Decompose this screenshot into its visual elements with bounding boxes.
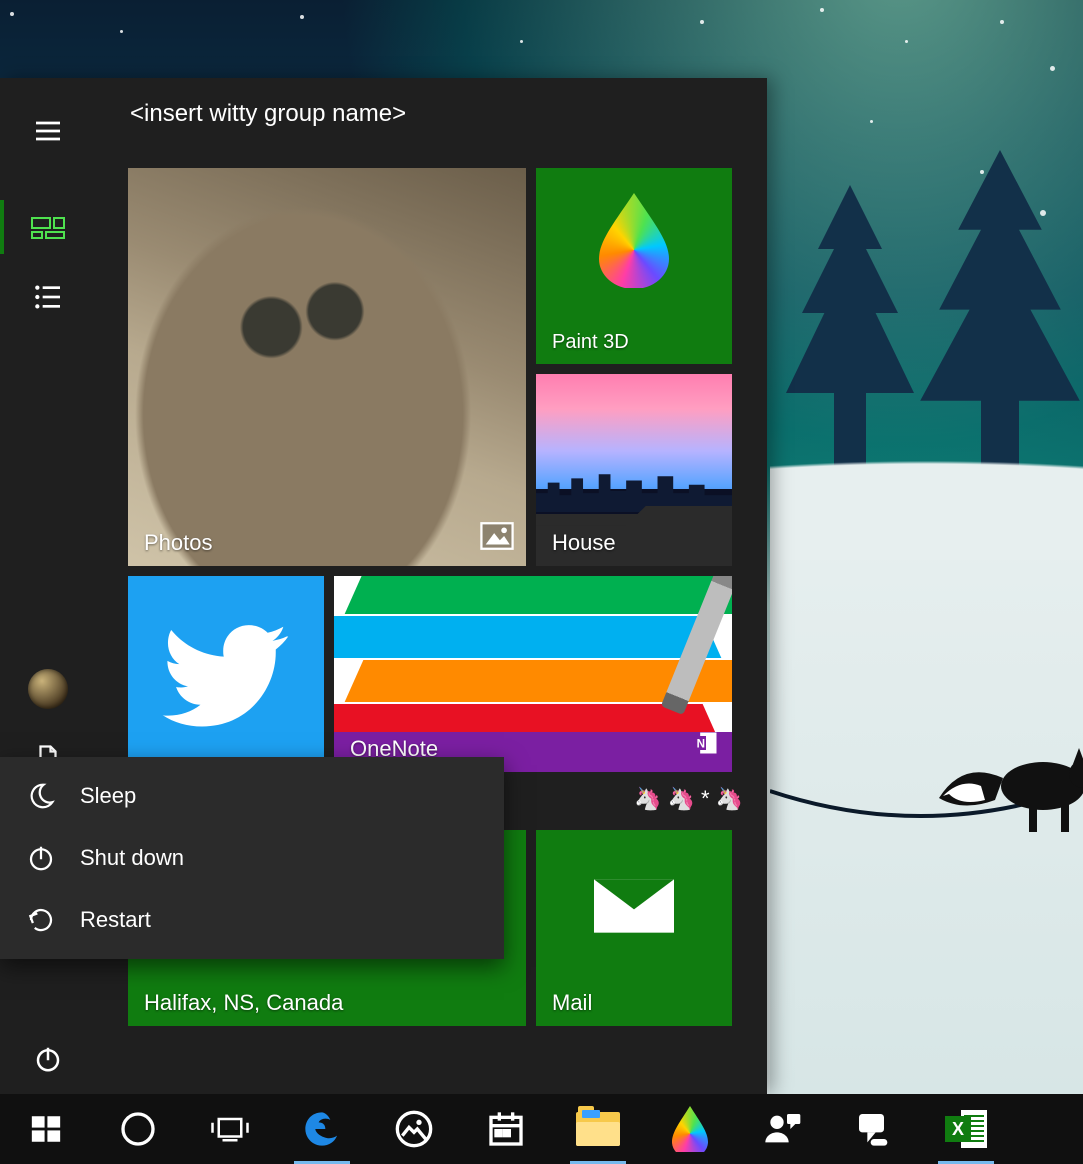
taskbar-app-excel[interactable]: X: [920, 1094, 1012, 1164]
twitter-icon: [162, 610, 292, 740]
paint3d-icon: [599, 193, 669, 288]
power-context-menu: Sleep Shut down Restart: [0, 757, 504, 959]
photos-app-icon: [394, 1109, 434, 1149]
menu-label: Restart: [80, 907, 151, 933]
user-account-button[interactable]: [0, 654, 96, 724]
paint3d-icon: [672, 1106, 708, 1152]
taskbar-app-feedback[interactable]: [828, 1094, 920, 1164]
moon-icon: [26, 781, 56, 811]
task-view-icon: [210, 1109, 250, 1149]
cortana-icon: [118, 1109, 158, 1149]
hamburger-button[interactable]: [0, 96, 96, 166]
tile-onenote[interactable]: OneNote N: [334, 576, 732, 772]
tile-label: Photos: [144, 530, 213, 556]
tile-label: Halifax, NS, Canada: [144, 990, 343, 1016]
power-menu-shutdown[interactable]: Shut down: [0, 827, 504, 889]
taskbar-app-edge[interactable]: [276, 1094, 368, 1164]
pinned-tiles-button[interactable]: [0, 192, 96, 262]
tile-house[interactable]: House: [536, 374, 732, 566]
tile-twitter[interactable]: [128, 576, 324, 772]
hamburger-icon: [32, 115, 64, 147]
power-button[interactable]: [0, 1024, 96, 1094]
people-icon: [762, 1109, 802, 1149]
tile-label: House: [552, 530, 616, 556]
mail-icon: [594, 878, 674, 934]
taskbar-app-photos[interactable]: [368, 1094, 460, 1164]
cortana-button[interactable]: [92, 1094, 184, 1164]
group-header-1[interactable]: <insert witty group name>: [128, 78, 757, 146]
power-menu-sleep[interactable]: Sleep: [0, 765, 504, 827]
taskbar-app-people[interactable]: [736, 1094, 828, 1164]
tile-label: Paint 3D: [552, 331, 629, 354]
menu-label: Sleep: [80, 783, 136, 809]
wallpaper-fox: [933, 720, 1083, 840]
excel-icon: X: [945, 1108, 987, 1150]
list-icon: [32, 281, 64, 313]
menu-label: Shut down: [80, 845, 184, 871]
all-apps-button[interactable]: [0, 262, 96, 332]
tile-label: Mail: [552, 990, 592, 1016]
folder-icon: [576, 1112, 620, 1146]
taskbar-app-file-explorer[interactable]: [552, 1094, 644, 1164]
task-view-button[interactable]: [184, 1094, 276, 1164]
tile-mail[interactable]: Mail: [536, 830, 732, 1026]
power-icon: [33, 1044, 63, 1074]
photo-icon: [480, 521, 514, 556]
tiles-icon: [31, 213, 65, 241]
taskbar-app-paint3d[interactable]: [644, 1094, 736, 1164]
edge-icon: [302, 1109, 342, 1149]
power-menu-restart[interactable]: Restart: [0, 889, 504, 951]
tile-paint3d[interactable]: Paint 3D: [536, 168, 732, 364]
avatar-icon: [28, 669, 68, 709]
taskbar: X: [0, 1094, 1083, 1164]
group-header-2[interactable]: 🦄 🦄 * 🦄: [634, 786, 743, 812]
svg-text:N: N: [697, 738, 705, 751]
start-button[interactable]: [0, 1094, 92, 1164]
onenote-icon: N: [692, 729, 720, 762]
calendar-icon: [486, 1109, 526, 1149]
restart-icon: [26, 905, 56, 935]
feedback-icon: [854, 1109, 894, 1149]
windows-icon: [29, 1112, 63, 1146]
tile-photos[interactable]: Photos: [128, 168, 526, 566]
power-icon: [26, 843, 56, 873]
taskbar-app-calendar[interactable]: [460, 1094, 552, 1164]
